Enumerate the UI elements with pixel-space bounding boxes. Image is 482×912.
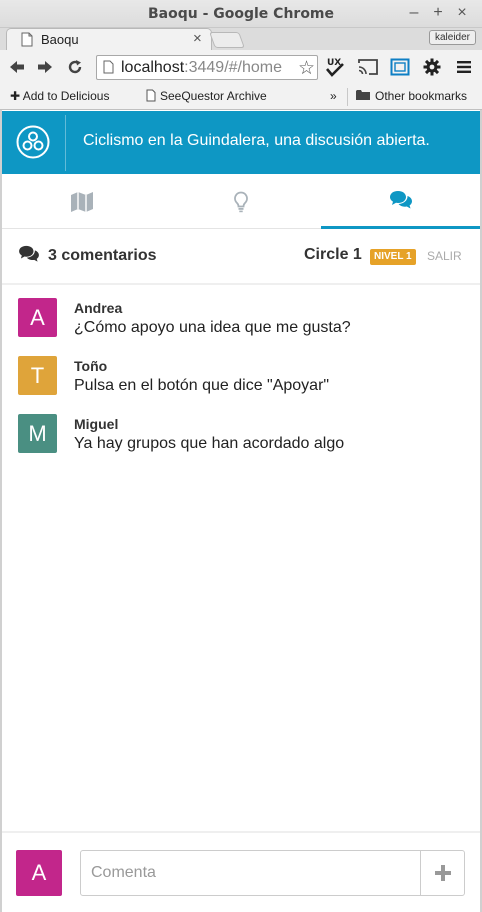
comment-author: Toño	[74, 358, 108, 374]
comment-author: Andrea	[74, 300, 123, 316]
comments-count: 3 comentarios	[48, 247, 157, 264]
map-icon	[70, 191, 93, 212]
gear-icon	[423, 58, 441, 76]
plus-icon: ✚	[10, 89, 21, 103]
back-button[interactable]	[6, 56, 28, 78]
bookmark-label: Add to Delicious	[22, 89, 110, 103]
bookmark-add-to-delicious[interactable]: ✚ Add to Delicious	[10, 89, 109, 103]
reload-icon	[68, 60, 82, 74]
comment-text: Ya hay grupos que han acordado algo	[74, 435, 345, 452]
tab-ideas[interactable]	[161, 174, 320, 229]
screen-button[interactable]	[389, 56, 411, 78]
comment-text: ¿Cómo apoyo una idea que me gusta?	[74, 319, 351, 336]
address-text[interactable]: localhost:3449/#/home	[121, 59, 297, 77]
comment-item: T Toño Pulsa en el botón que dice "Apoya…	[18, 356, 458, 400]
maximize-button[interactable]: +	[430, 4, 446, 22]
arrow-left-icon	[10, 61, 24, 73]
bookmarks-overflow-button[interactable]: »	[330, 89, 337, 103]
comments-icon	[19, 245, 39, 262]
avatar: A	[18, 298, 57, 337]
baoqu-logo-icon[interactable]	[16, 125, 50, 159]
reload-button[interactable]	[64, 56, 86, 78]
page-icon	[21, 32, 33, 47]
new-tab-button[interactable]	[209, 32, 245, 48]
app-header: Ciclismo en la Guindalera, una discusión…	[2, 111, 480, 174]
tab-title: Baoqu	[41, 32, 79, 47]
comments-header: 3 comentarios Circle 1 NIVEL 1 SALIR	[2, 229, 480, 285]
extension-button[interactable]: UX	[324, 56, 346, 78]
ux-check-icon: UX	[326, 58, 344, 77]
arrow-right-icon	[38, 61, 52, 73]
current-user-avatar: A	[16, 850, 62, 896]
address-host: localhost	[121, 59, 185, 76]
fullscreen-icon	[390, 58, 410, 76]
forward-button[interactable]	[34, 56, 56, 78]
lightbulb-icon	[233, 191, 248, 212]
tab-strip: Baoqu × kaleider	[0, 28, 482, 50]
address-path: :3449/#/home	[184, 59, 283, 76]
bookmark-label: SeeQuestor Archive	[160, 89, 267, 103]
avatar: M	[18, 414, 57, 453]
browser-tab[interactable]: Baoqu ×	[6, 28, 212, 50]
add-comment-button[interactable]	[420, 850, 465, 896]
tab-comments[interactable]	[321, 174, 480, 229]
window-titlebar: Baoqu - Google Chrome – + ×	[0, 0, 482, 28]
comment-item: A Andrea ¿Cómo apoyo una idea que me gus…	[18, 298, 458, 342]
section-tabs	[2, 174, 480, 229]
page-icon	[146, 89, 156, 102]
tab-map[interactable]	[2, 174, 161, 229]
menu-button[interactable]	[453, 56, 475, 78]
discussion-title: Ciclismo en la Guindalera, una discusión…	[83, 132, 430, 149]
logout-link[interactable]: SALIR	[427, 249, 462, 263]
header-divider	[65, 115, 66, 171]
other-bookmarks-folder[interactable]: Other bookmarks	[356, 89, 467, 103]
page-icon	[103, 60, 114, 74]
comment-composer: A	[2, 831, 480, 912]
other-bookmarks-label: Other bookmarks	[375, 89, 468, 103]
comment-item: M Miguel Ya hay grupos que han acordado …	[18, 414, 458, 458]
folder-icon	[356, 90, 370, 100]
comment-author: Miguel	[74, 416, 119, 432]
cast-button[interactable]	[357, 56, 379, 78]
plus-icon	[434, 865, 451, 881]
settings-button[interactable]	[421, 56, 443, 78]
address-bar[interactable]: localhost:3449/#/home ☆	[96, 55, 318, 80]
browser-toolbar: localhost:3449/#/home ☆ UX	[0, 50, 482, 84]
bookmark-seequestor-archive[interactable]: SeeQuestor Archive	[146, 89, 267, 103]
bookmarks-divider	[347, 88, 348, 106]
tab-close-button[interactable]: ×	[193, 30, 202, 47]
level-badge: NIVEL 1	[370, 249, 416, 265]
avatar: T	[18, 356, 57, 395]
bookmarks-bar: ✚ Add to Delicious SeeQuestor Archive » …	[0, 84, 482, 110]
cast-icon	[358, 59, 378, 75]
bookmark-star-icon[interactable]: ☆	[298, 57, 315, 80]
close-window-button[interactable]: ×	[454, 4, 470, 22]
comment-input[interactable]	[80, 850, 421, 896]
comment-text: Pulsa en el botón que dice "Apoyar"	[74, 377, 330, 394]
comments-icon	[389, 191, 412, 209]
minimize-button[interactable]: –	[406, 4, 422, 22]
hamburger-icon	[457, 61, 471, 73]
circle-name: Circle 1	[304, 246, 362, 263]
profile-button[interactable]: kaleider	[428, 30, 476, 45]
